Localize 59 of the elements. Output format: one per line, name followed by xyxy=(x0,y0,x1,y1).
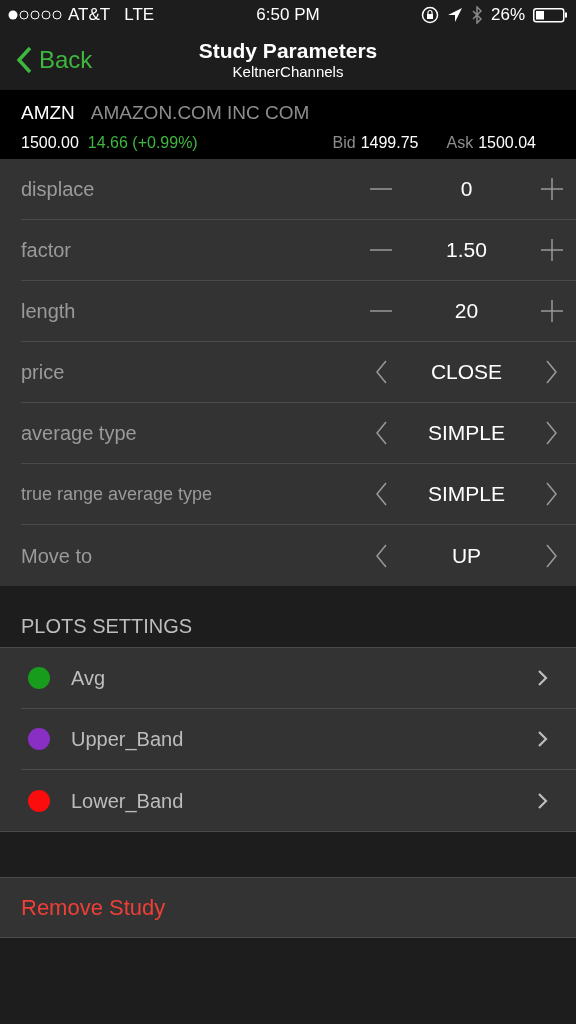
minus-icon xyxy=(370,249,392,251)
parameter-value: 0 xyxy=(459,176,474,203)
status-time: 6:50 PM xyxy=(256,4,320,27)
bid-price: 1499.75 xyxy=(360,132,419,153)
bid-label: Bid xyxy=(332,132,356,153)
plot-item[interactable]: Upper_Band xyxy=(21,709,576,770)
parameter-value: SIMPLE xyxy=(427,420,506,447)
minus-icon xyxy=(370,188,392,190)
parameter-label: factor xyxy=(21,238,72,263)
plus-icon xyxy=(541,300,563,322)
plot-name: Lower_Band xyxy=(71,788,184,815)
back-button[interactable]: Back xyxy=(16,42,93,78)
last-price: 1500.00 xyxy=(21,132,79,153)
plot-item[interactable]: Avg xyxy=(21,648,576,709)
plot-name: Avg xyxy=(71,666,106,691)
chevron-left-icon xyxy=(16,46,33,74)
screen-subtitle: KeltnerChannels xyxy=(232,63,344,81)
chevron-right-icon xyxy=(546,421,558,445)
company-name: AMAZON.COM INC COM xyxy=(90,101,310,125)
carrier-name: AT&T xyxy=(68,4,111,27)
parameter-label: displace xyxy=(21,177,95,202)
chevron-right-icon xyxy=(546,482,558,506)
parameter-value: UP xyxy=(450,542,483,569)
minus-icon xyxy=(370,310,392,312)
plus-icon xyxy=(541,239,563,261)
network-type: LTE xyxy=(124,4,155,27)
ask-label: Ask xyxy=(446,132,474,153)
parameter-label: price xyxy=(21,360,65,385)
plus-icon xyxy=(541,178,563,200)
chevron-right-icon xyxy=(538,670,548,686)
parameter-value: 1.50 xyxy=(445,237,488,264)
chevron-left-icon xyxy=(375,543,387,568)
plot-name: Upper_Band xyxy=(71,727,184,753)
battery-percent: 26% xyxy=(490,4,525,27)
parameter-label: length xyxy=(21,299,76,324)
parameter-label: average type xyxy=(21,421,137,446)
price-change: 14.66 (+0.99%) xyxy=(87,132,198,153)
chevron-left-icon xyxy=(375,360,387,384)
signal-icon xyxy=(8,9,62,21)
location-icon xyxy=(446,7,463,23)
rotation-lock-icon xyxy=(420,6,439,24)
chevron-right-icon xyxy=(538,792,548,809)
bluetooth-icon xyxy=(470,6,483,24)
chevron-right-icon xyxy=(546,543,558,568)
section-header: PLOTS SETTINGS xyxy=(21,614,193,639)
chevron-left-icon xyxy=(375,421,387,445)
battery-icon xyxy=(533,7,568,23)
ask-price: 1500.04 xyxy=(478,132,536,153)
chevron-right-icon xyxy=(546,360,558,384)
screen-title: Study Parameters xyxy=(198,39,378,63)
parameter-value: SIMPLE xyxy=(427,481,506,508)
parameter-value: CLOSE xyxy=(429,359,504,386)
parameter-value: 20 xyxy=(453,298,480,325)
ticker-symbol: AMZN xyxy=(21,101,75,125)
plot-item[interactable]: Lower_Band xyxy=(21,770,576,831)
chevron-right-icon xyxy=(538,731,548,747)
parameter-label: Move to xyxy=(21,543,93,569)
chevron-left-icon xyxy=(375,482,387,506)
parameter-label: true range average type xyxy=(21,482,213,506)
